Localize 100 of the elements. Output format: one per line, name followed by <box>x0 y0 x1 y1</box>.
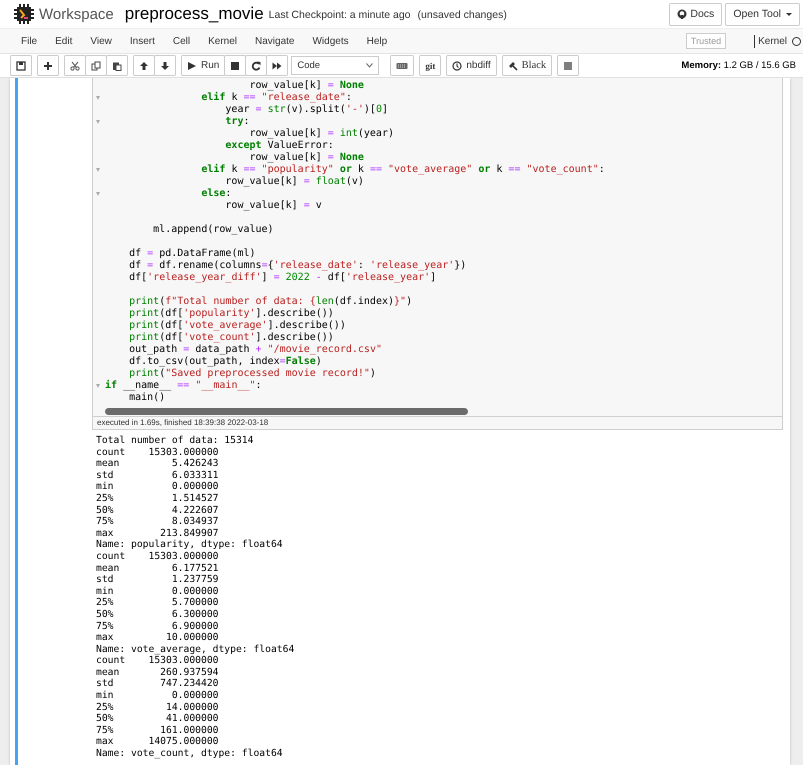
output-line: Name: popularity, dtype: float64 <box>96 539 284 551</box>
cut-button[interactable] <box>64 55 86 76</box>
code-line: row_value[k] = float(v) <box>225 176 364 188</box>
output-line: max 10.000000 <box>96 632 220 644</box>
output-line: count 15303.000000 <box>96 550 220 563</box>
code-line: year = str(v).split('-')[0] <box>224 104 388 116</box>
code-line: main() <box>128 392 166 404</box>
code-line: ml.append(row_value) <box>152 224 274 236</box>
code-line: except ValueError: <box>224 140 334 152</box>
output-line: std 6.033311 <box>96 470 220 482</box>
paste-button[interactable] <box>106 55 128 76</box>
code-line: print(df['popularity'].describe()) <box>128 308 334 320</box>
menu-item[interactable]: Navigate <box>255 36 294 46</box>
code-cell-input[interactable] <box>92 78 783 430</box>
code-line: print(df['vote_count'].describe()) <box>128 332 334 344</box>
caret-icon <box>786 12 792 16</box>
menu-item[interactable]: Edit <box>55 36 72 46</box>
cell-type-select[interactable]: Code <box>291 56 380 75</box>
unsaved-status: (unsaved changes) <box>418 9 507 21</box>
output-line: 50% 6.300000 <box>96 608 220 620</box>
restart-button[interactable] <box>245 55 268 76</box>
output-line: Total number of data: 15314 <box>96 435 254 447</box>
down-arrow-icon <box>160 60 170 70</box>
checkpoint-status: Last Checkpoint: a minute ago <box>268 9 411 21</box>
code-line: print(f"Total number of data: {len(df.index)}") <box>128 296 412 308</box>
memory-usage: Memory: 1.2 GB / 15.6 GB <box>681 60 797 71</box>
chevron-down-icon <box>366 63 374 68</box>
output-line: count 15303.000000 <box>96 655 220 667</box>
code-line: row_value[k] = int(year) <box>248 128 394 140</box>
app-name[interactable]: Workspace <box>39 6 114 22</box>
chip-logo-icon <box>13 3 35 25</box>
output-line: std 747.234420 <box>96 678 220 690</box>
menu-item[interactable]: View <box>90 36 112 46</box>
output-line: 25% 5.700000 <box>96 597 220 609</box>
play-icon <box>187 60 197 70</box>
docs-button[interactable]: Docs <box>669 2 722 26</box>
save-icon <box>16 60 26 70</box>
output-line: std 1.237759 <box>96 574 220 586</box>
github-icon <box>677 9 688 19</box>
table-of-contents-button[interactable] <box>557 55 580 76</box>
horizontal-scrollbar[interactable] <box>105 408 468 415</box>
output-line: min 0.000000 <box>96 481 220 493</box>
code-line: row_value[k] = None <box>248 80 364 92</box>
code-line: out_path = data_path + "/movie_record.csv" <box>128 344 382 356</box>
code-line: row_value[k] = v <box>224 200 322 212</box>
code-line: if __name__ == "__main__": <box>104 380 262 392</box>
code-line: elif k == "popularity" or k == "vote_average" or k == "vote_count": <box>200 164 605 176</box>
output-line: 75% 6.900000 <box>96 620 220 632</box>
move-down-button[interactable] <box>154 55 176 76</box>
open-tool-menu[interactable]: Open Tool <box>725 2 800 26</box>
fast-forward-icon <box>272 60 282 70</box>
git-button[interactable]: git <box>419 55 442 76</box>
copy-button[interactable] <box>85 55 107 76</box>
output-line: min 0.000000 <box>96 586 220 598</box>
menu-item[interactable]: Insert <box>130 36 155 46</box>
output-line: 50% 41.000000 <box>96 713 220 725</box>
code-line: df = pd.DataFrame(ml) <box>128 248 256 260</box>
output-line: 25% 1.514527 <box>96 492 220 505</box>
code-line: elif k == "release_date": <box>200 92 352 104</box>
kernel-name[interactable]: Kernel <box>758 36 787 46</box>
output-line: Name: vote_average, dtype: float64 <box>96 644 296 656</box>
run-button[interactable]: Run <box>181 55 226 76</box>
code-line: df.to_csv(out_path, index=False) <box>128 356 322 368</box>
keyboard-icon <box>396 60 408 70</box>
keyboard-button[interactable] <box>390 55 414 76</box>
list-icon <box>563 60 574 70</box>
menu-item[interactable]: Kernel <box>208 36 238 46</box>
menu-item[interactable]: Help <box>366 36 388 46</box>
code-line: print("Saved preprocessed movie record!") <box>128 368 376 380</box>
run-all-button[interactable] <box>266 55 288 76</box>
stop-button[interactable] <box>224 55 246 76</box>
move-up-button[interactable] <box>133 55 155 76</box>
menu-item[interactable]: File <box>21 36 38 46</box>
notebook-name[interactable]: preprocess_movie <box>124 4 264 24</box>
nbdiff-button[interactable]: nbdiff <box>446 55 497 76</box>
menu-item[interactable]: Cell <box>172 36 190 46</box>
output-line: 25% 14.000000 <box>96 702 220 714</box>
code-line: df['release_year_diff'] = 2022 - df['release_year'] <box>128 272 436 284</box>
output-line: 75% 8.034937 <box>96 516 220 528</box>
plus-icon <box>43 60 53 70</box>
insert-cell-button[interactable] <box>37 55 59 76</box>
scissors-icon <box>70 60 80 70</box>
code-line: df = df.rename(columns={'release_date': 'release_year'}) <box>128 260 466 272</box>
output-line: min 0.000000 <box>96 690 220 702</box>
output-line: mean 5.426243 <box>96 458 220 470</box>
stop-icon <box>230 60 240 70</box>
output-line: mean 6.177521 <box>96 562 220 574</box>
save-button[interactable] <box>10 55 32 76</box>
menu-item[interactable]: Widgets <box>312 36 349 46</box>
output-line: 50% 4.222607 <box>96 504 220 516</box>
output-line: count 15303.000000 <box>96 446 220 458</box>
formatter-button[interactable]: Black <box>502 55 552 76</box>
output-line: max 213.849907 <box>96 528 220 540</box>
gavel-icon <box>508 60 518 70</box>
code-line: print(df['vote_average'].describe()) <box>128 320 346 332</box>
output-line: mean 260.937594 <box>96 666 220 678</box>
paste-icon <box>112 60 122 70</box>
code-line: else: <box>200 188 232 200</box>
code-line: row_value[k] = None <box>248 152 364 164</box>
restart-icon <box>251 60 262 70</box>
